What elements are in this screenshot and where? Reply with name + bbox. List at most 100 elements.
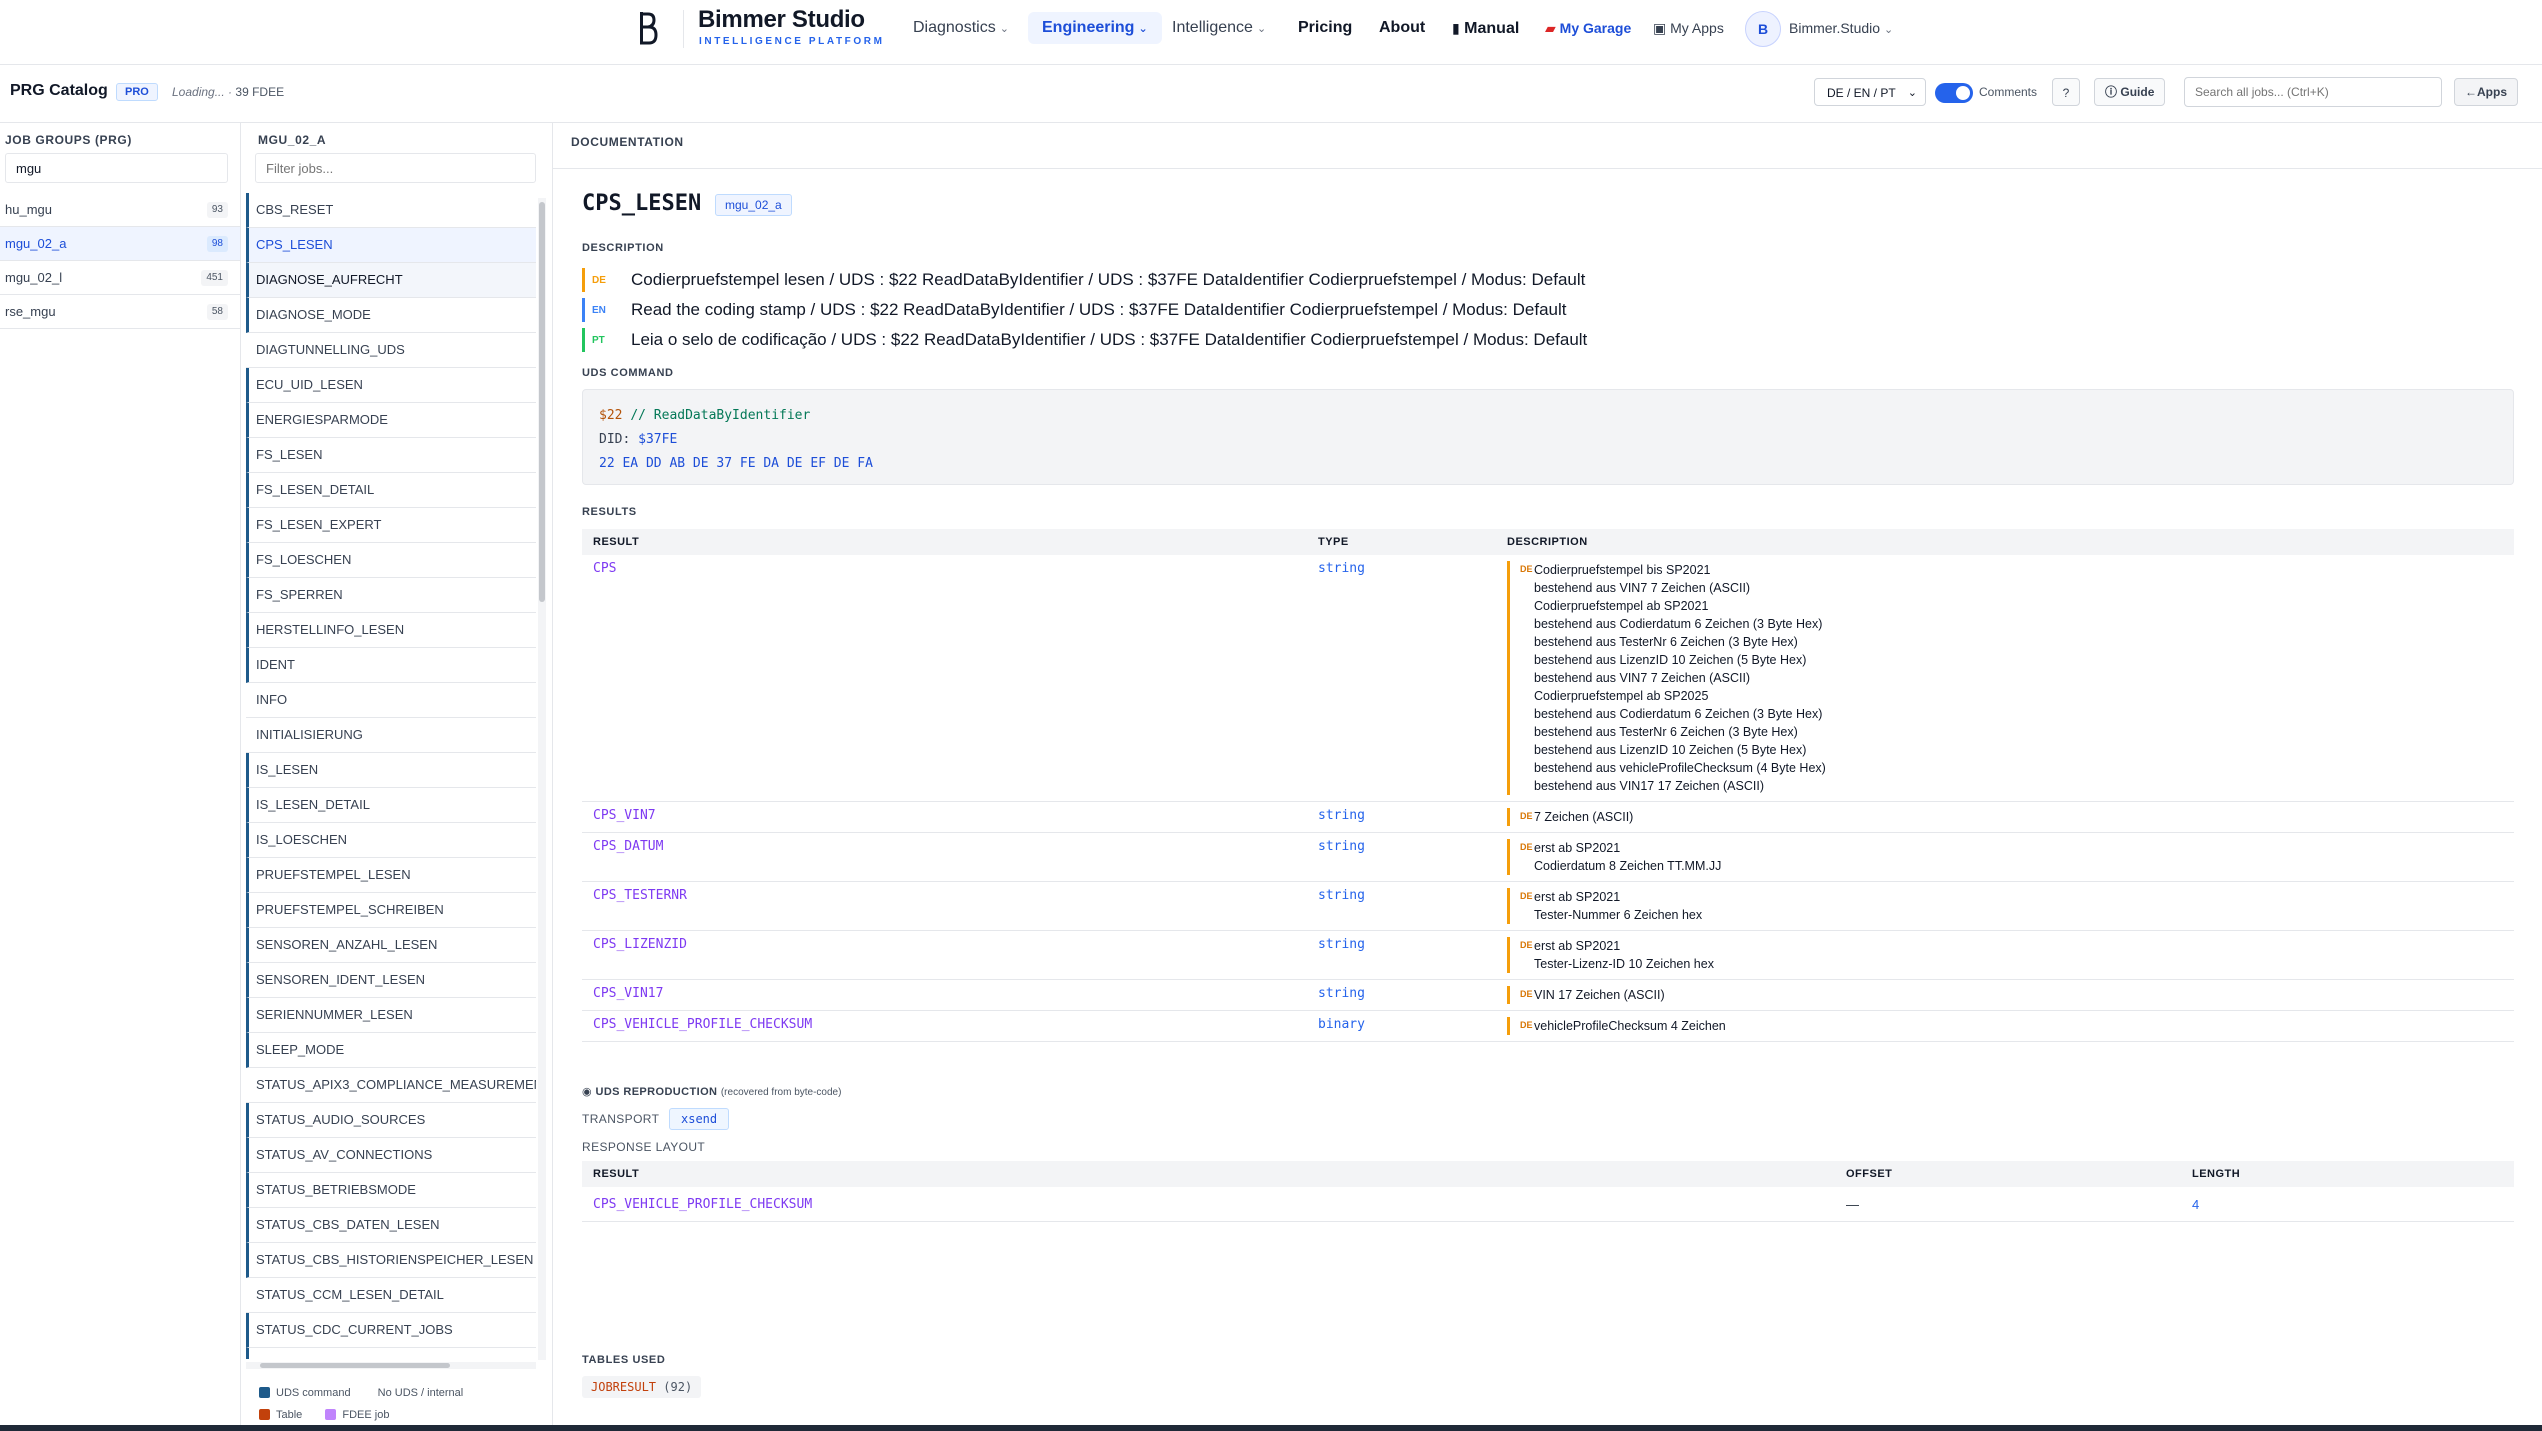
account-menu[interactable]: Bimmer.Studio ⌄ <box>1789 0 1893 56</box>
job-list-scrollbar[interactable] <box>538 198 546 1360</box>
job-item[interactable]: CPS_LESEN <box>246 228 536 263</box>
job-group-badge[interactable]: mgu_02_a <box>715 194 792 216</box>
result-description-line: Tester-Nummer 6 Zeichen hex <box>1534 908 1703 922</box>
nav-my-apps[interactable]: ▣ My Apps <box>1653 0 1724 56</box>
job-item[interactable]: SENSOREN_IDENT_LESEN <box>246 963 536 998</box>
result-type-cell: string <box>1307 801 1496 833</box>
job-item[interactable]: INITIALISIERUNG <box>246 718 536 753</box>
job-item[interactable]: FS_LESEN_DETAIL <box>246 473 536 508</box>
description-de: DE Codierpruefstempel lesen / UDS : $22 R… <box>582 268 1585 292</box>
result-name[interactable]: CPS_TESTERNR <box>593 888 687 903</box>
search-all-jobs-input[interactable] <box>2184 77 2442 107</box>
results-header-row: RESULT TYPE DESCRIPTION <box>582 529 2514 555</box>
result-description-line: bestehend aus Codierdatum 6 Zeichen (3 B… <box>1534 707 1823 721</box>
group-name: mgu_02_a <box>5 236 67 251</box>
result-description-cell: DE erst ab SP2021 Tester-Lizenz-ID 10 Zeic… <box>1496 930 2514 980</box>
job-item[interactable]: INFO <box>246 683 536 718</box>
table-chip[interactable]: JOBRESULT (92) <box>582 1376 702 1398</box>
job-item[interactable]: DIAGNOSE_MODE <box>246 298 536 333</box>
job-item[interactable]: SLEEP_MODE <box>246 1033 536 1068</box>
group-item-rse-mgu[interactable]: rse_mgu 58 <box>0 295 240 329</box>
group-filter-input[interactable] <box>5 153 228 183</box>
job-item[interactable]: FS_LESEN_EXPERT <box>246 508 536 543</box>
job-item[interactable]: FS_LESEN <box>246 438 536 473</box>
job-list-horizontal-scrollbar[interactable] <box>246 1362 536 1369</box>
uds-reproduction-note: (recovered from byte-code) <box>720 1087 842 1098</box>
user-avatar[interactable]: B <box>1745 11 1781 47</box>
result-name[interactable]: CPS_LIZENZID <box>593 937 687 952</box>
job-item[interactable]: STATUS_CBS_DATEN_LESEN <box>246 1208 536 1243</box>
result-name[interactable]: CPS <box>593 561 616 576</box>
job-item[interactable]: IS_LESEN_DETAIL <box>246 788 536 823</box>
job-item[interactable]: PRUEFSTEMPEL_LESEN <box>246 858 536 893</box>
chevron-down-icon: ⌄ <box>1256 23 1267 35</box>
job-item[interactable]: FS_LOESCHEN <box>246 543 536 578</box>
job-item[interactable]: STATUS_BETRIEBSMODE <box>246 1173 536 1208</box>
result-description-line: Tester-Lizenz-ID 10 Zeichen hex <box>1534 957 1714 971</box>
job-item[interactable]: SENSOREN_ANZAHL_LESEN <box>246 928 536 963</box>
result-description-line: erst ab SP2021 <box>1534 890 1621 904</box>
job-groups-title: JOB GROUPS (PRG) <box>5 133 132 147</box>
job-item[interactable]: STATUS_APIX3_COMPLIANCE_MEASUREMEN <box>246 1068 536 1103</box>
job-item[interactable]: ENERGIESPARMODE <box>246 403 536 438</box>
result-name[interactable]: CPS_DATUM <box>593 839 663 854</box>
job-item[interactable]: IDENT <box>246 648 536 683</box>
language-select[interactable]: DE / EN / PT ⌄ <box>1814 78 1926 106</box>
result-description-line: Codierpruefstempel ab SP2025 <box>1534 689 1709 703</box>
job-item[interactable]: IS_LESEN <box>246 753 536 788</box>
job-item[interactable]: STATUS_CBS_HISTORIENSPEICHER_LESEN <box>246 1243 536 1278</box>
apps-button[interactable]: ←Apps <box>2454 78 2518 106</box>
bimmer-logo-icon[interactable] <box>636 10 658 46</box>
group-count-badge: 58 <box>206 304 228 320</box>
result-description-line: VIN 17 Zeichen (ASCII) <box>1534 988 1665 1002</box>
result-name-cell: CPS_VIN7 <box>582 801 1307 833</box>
result-description-cell: DE vehicleProfileChecksum 4 Zeichen <box>1496 1010 2514 1042</box>
job-item[interactable]: SERIENNUMMER_LESEN <box>246 998 536 1033</box>
job-item[interactable]: ECU_UID_LESEN <box>246 368 536 403</box>
nav-engineering[interactable]: Engineering ⌄ <box>1028 12 1162 44</box>
group-item-mgu-02-l[interactable]: mgu_02_l 451 <box>0 261 240 295</box>
layout-result[interactable]: CPS_VEHICLE_PROFILE_CHECKSUM <box>593 1197 812 1212</box>
result-name[interactable]: CPS_VEHICLE_PROFILE_CHECKSUM <box>593 1017 812 1032</box>
catalog-toolbar: PRG Catalog PRO Loading... · 39 FDEE DE … <box>0 64 2542 123</box>
result-name-cell: CPS_LIZENZID <box>582 930 1307 980</box>
result-name[interactable]: CPS_VIN17 <box>593 986 663 1001</box>
help-button[interactable]: ? <box>2052 78 2080 106</box>
nav-my-garage[interactable]: ▰ My Garage <box>1545 0 1631 56</box>
result-type: string <box>1318 888 1365 903</box>
job-item[interactable]: STATUS_CCM_LESEN_DETAIL <box>246 1278 536 1313</box>
nav-diagnostics[interactable]: Diagnostics ⌄ <box>913 0 1009 56</box>
group-item-hu-mgu[interactable]: hu_mgu 93 <box>0 193 240 227</box>
brand-title[interactable]: Bimmer Studio <box>698 6 865 34</box>
language-select-value: DE / EN / PT <box>1827 86 1896 100</box>
job-item[interactable]: STATUS_CERTIFICATE_MANAGEMENT_READ <box>246 1348 536 1359</box>
job-item[interactable]: PRUEFSTEMPEL_SCHREIBEN <box>246 893 536 928</box>
comments-toggle[interactable] <box>1935 83 1973 103</box>
job-item[interactable]: STATUS_AV_CONNECTIONS <box>246 1138 536 1173</box>
guide-button[interactable]: ⓘ Guide <box>2094 78 2166 106</box>
job-item[interactable]: FS_SPERREN <box>246 578 536 613</box>
job-item[interactable]: IS_LOESCHEN <box>246 823 536 858</box>
job-item[interactable]: STATUS_AUDIO_SOURCES <box>246 1103 536 1138</box>
result-type-cell: string <box>1307 930 1496 980</box>
loading-text: Loading... · <box>172 85 233 99</box>
scrollbar-thumb[interactable] <box>260 1363 450 1368</box>
group-item-mgu-02-a[interactable]: mgu_02_a 98 <box>0 227 240 261</box>
comments-toggle-label: Comments <box>1979 85 2038 99</box>
scrollbar-thumb[interactable] <box>539 202 545 602</box>
job-item[interactable]: DIAGTUNNELLING_UDS <box>246 333 536 368</box>
response-layout-label: RESPONSE LAYOUT <box>582 1140 706 1154</box>
job-filter-input[interactable] <box>255 153 536 183</box>
group-count-badge: 93 <box>206 202 228 218</box>
car-icon: ▰ <box>1545 20 1556 36</box>
nav-pricing[interactable]: Pricing <box>1298 0 1352 56</box>
result-name[interactable]: CPS_VIN7 <box>593 808 656 823</box>
nav-manual[interactable]: ▮ Manual <box>1452 0 1519 56</box>
job-item[interactable]: STATUS_CDC_CURRENT_JOBS <box>246 1313 536 1348</box>
nav-about[interactable]: About <box>1379 0 1425 56</box>
nav-intelligence[interactable]: Intelligence ⌄ <box>1172 0 1266 56</box>
job-item[interactable]: HERSTELLINFO_LESEN <box>246 613 536 648</box>
result-description-line: bestehend aus Codierdatum 6 Zeichen (3 B… <box>1534 617 1823 631</box>
job-item[interactable]: CBS_RESET <box>246 193 536 228</box>
job-item[interactable]: DIAGNOSE_AUFRECHT <box>246 263 536 298</box>
